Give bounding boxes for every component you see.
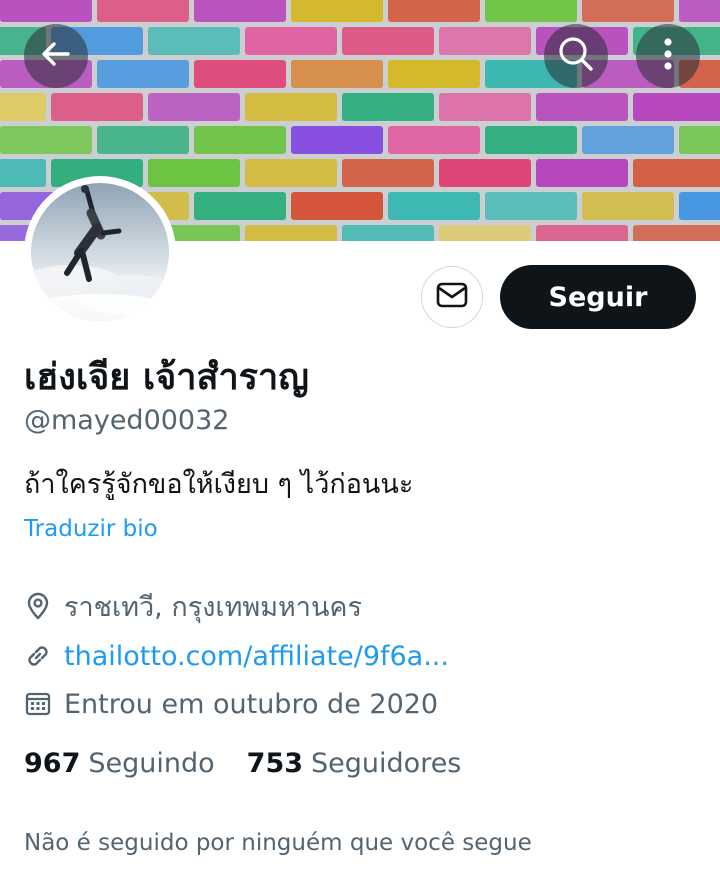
more-options-button[interactable] xyxy=(636,24,700,88)
following-label: Seguindo xyxy=(88,748,215,779)
website-link[interactable]: thailotto.com/affiliate/9f6a... xyxy=(64,641,449,672)
follow-button[interactable]: Seguir xyxy=(500,265,696,329)
not-followed-note: Não é seguido por ninguém que você segue xyxy=(24,830,532,856)
calendar-icon xyxy=(24,690,52,718)
username-handle: @mayed00032 xyxy=(24,405,230,436)
followers-count: 753 xyxy=(246,748,304,779)
search-button[interactable] xyxy=(544,24,608,88)
arrow-left-icon xyxy=(38,36,74,76)
search-icon xyxy=(556,34,596,78)
followers-link[interactable]: 753 Seguidores xyxy=(247,748,462,779)
location-text: ราชเทวี, กรุงเทพมหานคร xyxy=(64,591,362,623)
follow-counts: 967 Seguindo 753 Seguidores xyxy=(24,748,461,779)
avatar-image xyxy=(31,183,169,321)
location-row: ราชเทวี, กรุงเทพมหานคร xyxy=(24,588,362,624)
followers-label: Seguidores xyxy=(311,748,462,779)
following-link[interactable]: 967 Seguindo xyxy=(24,748,215,779)
website-row[interactable]: thailotto.com/affiliate/9f6a... xyxy=(24,638,449,674)
more-vertical-icon xyxy=(662,36,674,76)
link-icon xyxy=(24,642,52,670)
joined-row: Entrou em outubro de 2020 xyxy=(24,686,438,722)
translate-bio-link[interactable]: Traduzir bio xyxy=(24,516,158,542)
back-button[interactable] xyxy=(24,24,88,88)
location-pin-icon xyxy=(24,592,52,620)
mail-icon xyxy=(435,280,469,314)
following-count: 967 xyxy=(24,748,81,779)
joined-date: Entrou em outubro de 2020 xyxy=(64,688,439,720)
display-name: เฮ่งเจีย เจ้าสำราญ xyxy=(24,357,309,398)
message-button[interactable] xyxy=(421,266,483,328)
avatar[interactable] xyxy=(24,176,176,328)
profile-bio: ถ้าใครรู้จักขอให้เงียบ ๆ ไว้ก่อนนะ xyxy=(24,469,414,500)
